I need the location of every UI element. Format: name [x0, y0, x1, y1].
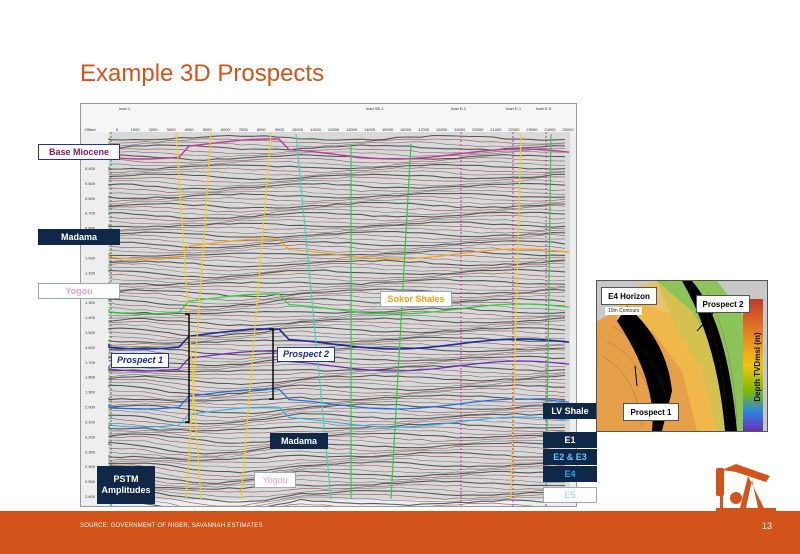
time-tick-label: 1.500 — [85, 330, 96, 335]
inset-prospect-2: Prospect 2 — [696, 295, 750, 313]
well-label: Inari E-1 — [506, 106, 522, 111]
label-e4: E4 — [543, 466, 597, 482]
time-tick-label: 1.700 — [85, 360, 96, 365]
offset-tick-label: 13000 — [346, 127, 358, 132]
offset-tick-label: 17000 — [418, 127, 430, 132]
offset-tick-label: 15000 — [382, 127, 394, 132]
label-base-miocene: Base Miocene — [38, 144, 120, 160]
label-e2-e3: E2 & E3 — [543, 449, 597, 465]
label-yogou-lower: Yogou — [254, 472, 296, 488]
time-tick-label: 0.500 — [85, 181, 96, 186]
label-prospect-1: Prospect 1 — [111, 353, 169, 368]
offset-axis-label: Offset — [85, 127, 96, 132]
offset-tick-label: 23000 — [526, 127, 538, 132]
offset-tick-label: 2000 — [149, 127, 159, 132]
time-tick-label: 0.400 — [85, 166, 96, 171]
time-tick-label: 2.600 — [85, 494, 96, 499]
offset-tick-label: 22000 — [508, 127, 520, 132]
offset-tick-label: 10000 — [292, 127, 304, 132]
inset-prospect-1: Prospect 1 — [623, 403, 679, 421]
offset-tick-label: 7000 — [239, 127, 249, 132]
offset-tick-label: 24000 — [544, 127, 556, 132]
label-lv-shale: LV Shale — [543, 403, 597, 419]
seismic-canvas: 0 1000 2000 3000 4000 5000 6000 7000 8000 9000 100… — [81, 104, 576, 506]
offset-tick-label: 3000 — [167, 127, 177, 132]
inset-title: E4 Horizon — [601, 287, 657, 305]
time-tick-label: 0.700 — [85, 211, 96, 216]
offset-tick-label: 1000 — [131, 127, 141, 132]
well-label: Inari 1 — [119, 106, 131, 111]
label-yogou-upper: Yogou — [38, 283, 120, 299]
time-tick-label: 2.000 — [85, 405, 96, 410]
time-tick-label: 1.600 — [85, 345, 96, 350]
seismic-section-image: 0 1000 2000 3000 4000 5000 6000 7000 8000 9000 100… — [80, 103, 577, 507]
offset-tick-label: 11000 — [310, 127, 322, 132]
time-tick-label: 1.400 — [85, 315, 96, 320]
label-sokor-shales: Sokor Shales — [380, 291, 452, 307]
offset-tick-label: 4000 — [185, 127, 195, 132]
inset-subtitle: 10m Contours — [605, 307, 643, 315]
offset-tick-label: 18000 — [436, 127, 448, 132]
time-tick-label: 2.200 — [85, 434, 96, 439]
offset-tick-label: 6000 — [221, 127, 231, 132]
label-e5: E5 — [543, 487, 597, 503]
offset-tick-label: 14000 — [364, 127, 376, 132]
well-label: Inari SE-1 — [366, 106, 385, 111]
slide-title: Example 3D Prospects — [80, 60, 325, 87]
time-tick-label: 2.300 — [85, 449, 96, 454]
offset-tick-label: 21000 — [490, 127, 502, 132]
offset-tick-label: 5000 — [203, 127, 213, 132]
page-number: 13 — [761, 521, 772, 531]
label-prospect-2: Prospect 2 — [277, 347, 335, 362]
well-label: Inari E-5 — [536, 106, 552, 111]
depth-legend-title: Depth TVDmsl (m) — [753, 332, 762, 402]
offset-tick-label: 12000 — [328, 127, 340, 132]
pumpjack-icon — [716, 464, 776, 514]
time-tick-label: 1.100 — [85, 270, 96, 275]
well-label: Inari E-2 — [451, 106, 467, 111]
label-madama-upper: Madama — [38, 229, 120, 245]
pstm-line-2: Amplitudes — [101, 485, 151, 495]
pstm-line-1: PSTM — [113, 474, 139, 484]
offset-tick-label: 8000 — [257, 127, 267, 132]
time-tick-label: 1.000 — [85, 255, 96, 260]
time-tick-label: 0.600 — [85, 196, 96, 201]
time-tick-label: 2.400 — [85, 464, 96, 469]
label-pstm-amplitudes: PSTM Amplitudes — [97, 466, 155, 504]
label-madama-lower: Madama — [270, 433, 328, 449]
offset-tick-label: 20000 — [472, 127, 484, 132]
time-tick-label: 1.800 — [85, 375, 96, 380]
footer-bar: SOURCE: GOVERNMENT OF NIGER, SAVANNAH ES… — [0, 511, 800, 554]
offset-tick-label: 9000 — [275, 127, 285, 132]
offset-tick-label: 25000 — [562, 127, 574, 132]
offset-tick-label: 19000 — [454, 127, 466, 132]
time-tick-label: 2.100 — [85, 419, 96, 424]
source-note: SOURCE: GOVERNMENT OF NIGER, SAVANNAH ES… — [80, 523, 263, 529]
time-tick-label: 2.500 — [85, 479, 96, 484]
offset-tick-label: 16000 — [400, 127, 412, 132]
label-e1: E1 — [543, 432, 597, 448]
e4-horizon-map: E4 Horizon 10m Contours Prospect 2 Prosp… — [596, 280, 768, 432]
time-tick-label: 1.300 — [85, 300, 96, 305]
time-tick-label: 1.900 — [85, 390, 96, 395]
